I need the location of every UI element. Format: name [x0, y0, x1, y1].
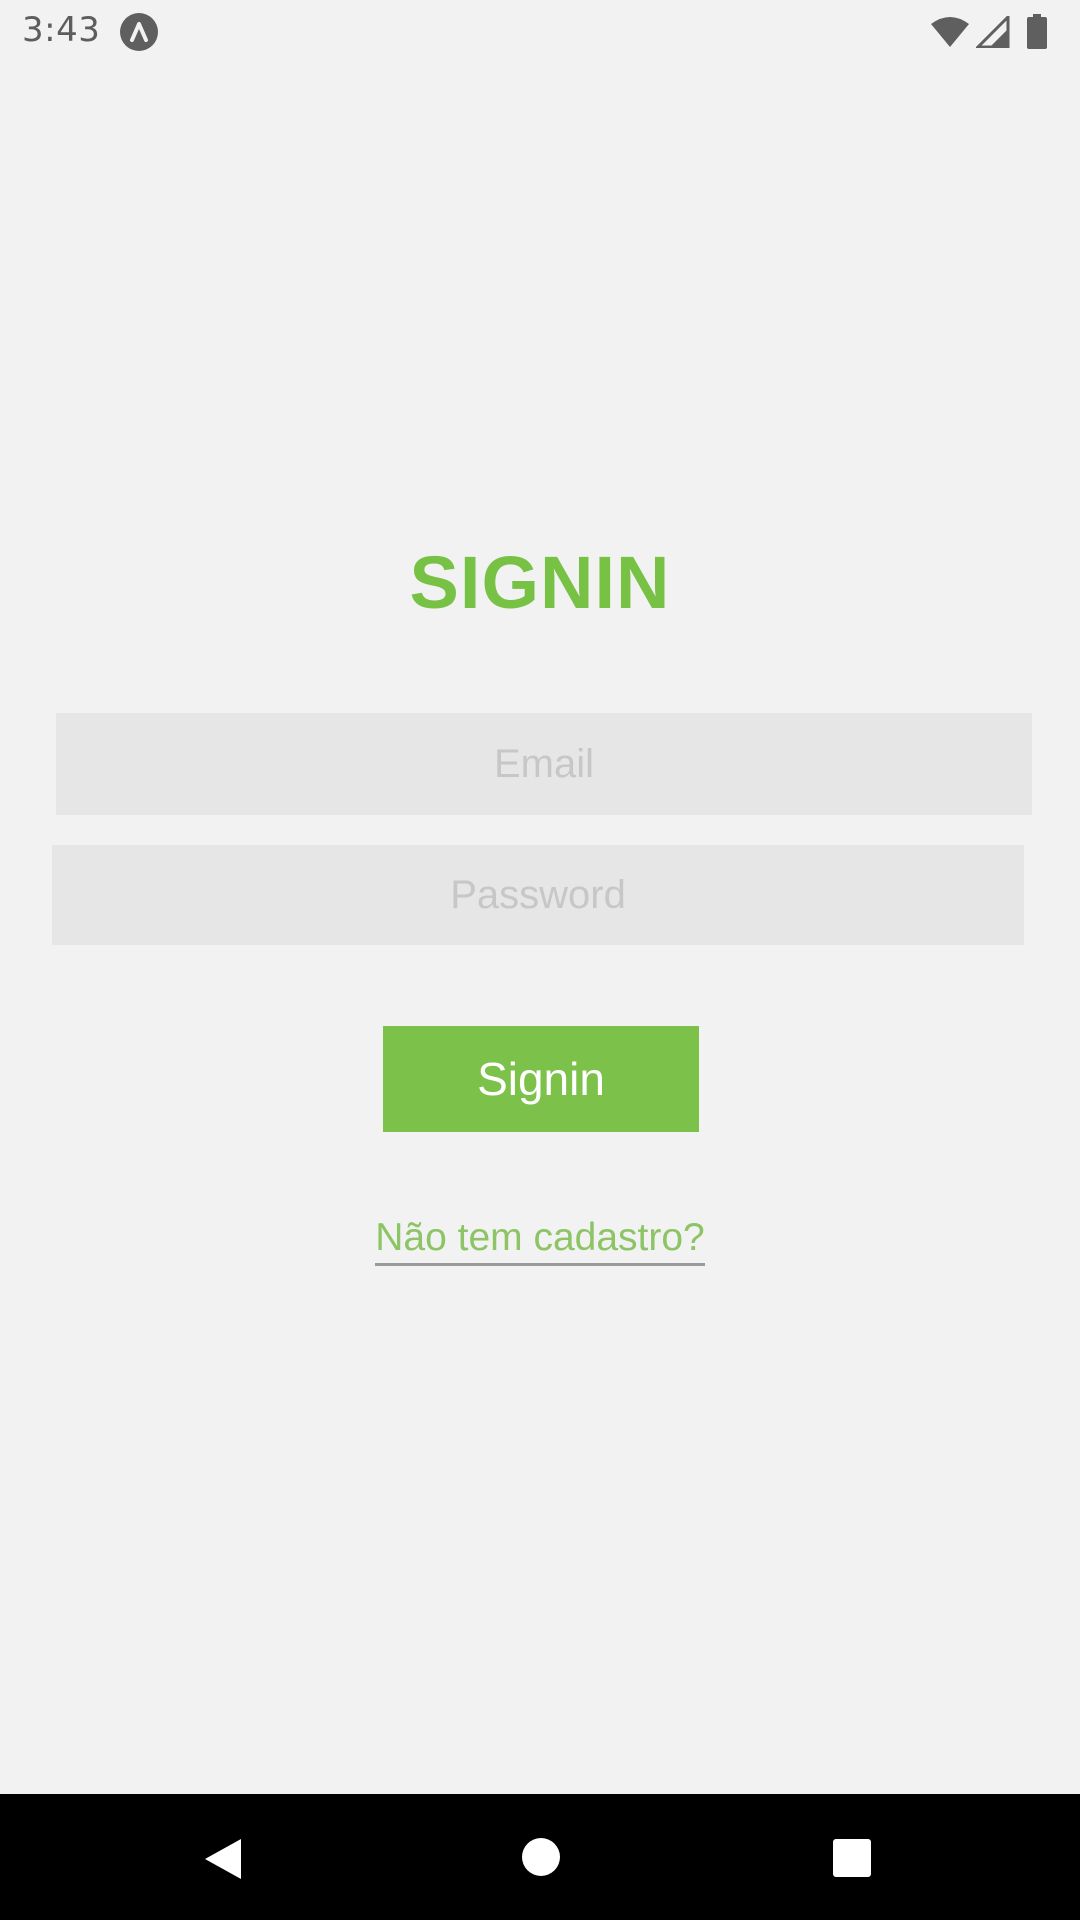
a-circle-icon: [120, 13, 158, 51]
signin-screen: 3:43 SIGNIN Email Signin Não tem cadastr…: [0, 0, 1080, 1920]
email-field[interactable]: [56, 713, 1032, 815]
password-field[interactable]: [52, 845, 1024, 945]
status-bar: 3:43: [0, 0, 1080, 63]
wifi-icon: [930, 16, 970, 52]
register-link-label: Não tem cadastro?: [375, 1216, 705, 1266]
back-icon[interactable]: [203, 1837, 243, 1885]
register-link[interactable]: Não tem cadastro?: [0, 1216, 1080, 1266]
signin-button[interactable]: Signin: [383, 1026, 699, 1132]
status-time: 3:43: [22, 10, 101, 50]
home-icon[interactable]: [521, 1837, 561, 1881]
page-title: SIGNIN: [409, 541, 671, 624]
status-icons: [930, 13, 1060, 52]
signal-icon: [974, 13, 1010, 52]
recents-icon[interactable]: [832, 1838, 872, 1882]
navigation-bar: [0, 1794, 1080, 1920]
battery-icon: [1026, 14, 1048, 54]
